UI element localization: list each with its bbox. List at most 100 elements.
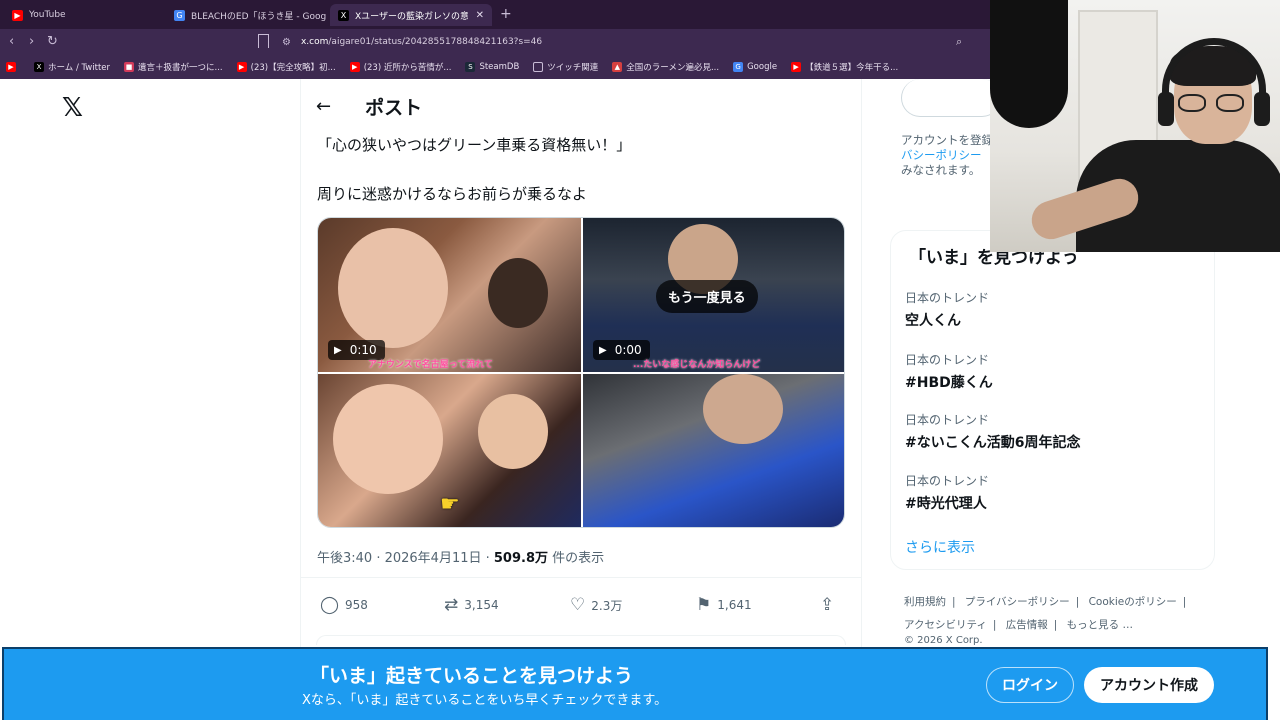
person-face xyxy=(333,384,443,494)
reply-icon: ◯ xyxy=(320,595,340,615)
youtube-icon: ▶ xyxy=(349,62,360,72)
trend-item[interactable]: 日本のトレンド #HBD藤くん xyxy=(905,351,993,392)
tab-title: Xユーザーの藍染ガレソの意報（兼滅 xyxy=(355,11,468,22)
url-field[interactable]: ⚙ x.com/aigare01/status/2042855178848421… xyxy=(282,33,982,51)
post-header: ← ポスト xyxy=(316,93,422,120)
bookmark-label: 【鉄道５選】今年干る... xyxy=(805,63,899,73)
trend-item[interactable]: 日本のトレンド 空人くん xyxy=(905,289,989,330)
media-grid: ▶ 0:10 アナウンスで名古屋って流れて もう一度見る ▶ 0:00 ...たいな… xyxy=(317,217,845,528)
tab-youtube[interactable]: ▶ YouTube xyxy=(4,4,164,26)
bookmark-item[interactable]: ■ 遺言＋扱書が一つに... xyxy=(124,61,223,73)
trend-item[interactable]: 日本のトレンド #ないこくん活動6周年記念 xyxy=(905,411,1080,452)
back-arrow-icon[interactable]: ← xyxy=(316,96,331,117)
headset-icon xyxy=(1162,38,1266,108)
bookmark-item[interactable]: ▶ (23) 近所から苦情が... xyxy=(349,61,451,73)
headset-earcup xyxy=(1158,92,1174,126)
hand-cursor-icon: ☛ xyxy=(440,492,460,517)
bookmark-item[interactable]: ツイッチ関連 xyxy=(533,61,598,73)
tweet-text-line: 「心の狭いやつはグリーン車乗る資格無い！」 xyxy=(317,136,632,154)
trends-panel: 「いま」を見つけよう 日本のトレンド 空人くん 日本のトレンド #HBD藤くん … xyxy=(890,230,1215,570)
bookmark-item[interactable]: S SteamDB xyxy=(465,62,519,72)
webcam-overlay xyxy=(990,0,1280,252)
reload-icon[interactable]: ↻ xyxy=(47,34,58,49)
close-tab-icon[interactable]: ✕ xyxy=(476,10,484,21)
bookmark-label: 遺言＋扱書が一つに... xyxy=(138,63,223,73)
bookmark-label: 全国のラーメン遍必見... xyxy=(626,63,720,73)
replay-button[interactable]: もう一度見る xyxy=(656,280,758,313)
bookmark-icon: ⚑ xyxy=(696,595,712,615)
trend-item[interactable]: 日本のトレンド #時光代理人 xyxy=(905,472,989,513)
trend-category: 日本のトレンド xyxy=(905,413,990,427)
bookmark-item[interactable]: ▲ 全国のラーメン遍必見... xyxy=(612,61,719,73)
bookmark-label: ツイッチ関連 xyxy=(547,63,599,73)
bookmark-item[interactable]: G Google xyxy=(733,62,777,72)
bookmark-label: SteamDB xyxy=(479,62,520,72)
note-text: みなされます。 xyxy=(901,163,981,177)
search-box[interactable] xyxy=(901,79,1001,117)
view-count: 509.8万 xyxy=(493,551,549,566)
image-thumbnail[interactable] xyxy=(583,374,844,527)
duration-text: 0:10 xyxy=(349,343,377,357)
trend-category: 日本のトレンド xyxy=(905,474,990,488)
url-path: /aigare01/status/2042855178848421163?s=4… xyxy=(328,37,543,47)
footer-link-accessibility[interactable]: アクセシビリティ xyxy=(904,619,987,631)
login-button[interactable]: ログイン xyxy=(986,667,1074,703)
reply-button[interactable]: ◯ 958 xyxy=(320,595,368,615)
bookmark-item[interactable]: ▶ xyxy=(6,62,20,72)
youtube-icon: ▶ xyxy=(236,62,247,72)
footer-link-terms[interactable]: 利用規約 xyxy=(904,596,946,608)
footer-link-ads[interactable]: 広告情報 xyxy=(1006,619,1048,631)
trend-category: 日本のトレンド xyxy=(905,353,990,367)
privacy-link[interactable]: バシーポリシー xyxy=(901,148,1001,163)
note-text: アカウントを登録 xyxy=(901,133,993,147)
site-info-icon[interactable]: ⚙ xyxy=(282,37,291,48)
steamdb-icon: S xyxy=(465,62,476,72)
headset-earcup xyxy=(1254,92,1270,126)
folder-icon xyxy=(533,62,544,72)
share-button[interactable]: ⇪ xyxy=(820,595,840,615)
footer-link-more[interactable]: もっと見る … xyxy=(1067,619,1133,631)
tab-title: YouTube xyxy=(29,10,66,20)
image-thumbnail[interactable]: ☛ xyxy=(318,374,581,527)
bookmark-label: Google xyxy=(747,62,778,72)
heart-icon: ♡ xyxy=(570,595,586,615)
play-icon: ▶ xyxy=(599,344,607,356)
bookmark-count: 1,641 xyxy=(717,598,752,612)
footer-link-cookie[interactable]: Cookieのポリシー xyxy=(1089,596,1177,608)
post-time[interactable]: 午後3:40 · 2026年4月11日 · xyxy=(317,551,494,566)
footer-link-privacy[interactable]: プライバシーポリシー xyxy=(965,596,1070,608)
banner-title: 「いま」起きていることを見つけよう xyxy=(310,665,634,687)
tab-x-post[interactable]: X Xユーザーの藍染ガレソの意報（兼滅 ✕ xyxy=(330,4,492,26)
duration-text: 0:00 xyxy=(614,343,642,357)
bookmark-item[interactable]: X ホーム / Twitter xyxy=(34,61,110,73)
lamp-shape xyxy=(990,0,1068,128)
person-face xyxy=(703,374,783,444)
google-icon: G xyxy=(733,62,744,72)
video-thumbnail[interactable]: もう一度見る ▶ 0:00 ...たいな感じなんか知らんけど xyxy=(583,218,844,372)
copyright: © 2026 X Corp. xyxy=(904,635,983,646)
create-account-button[interactable]: アカウント作成 xyxy=(1084,667,1214,703)
bookmark-item[interactable]: ▶ (23)【完全攻略】初... xyxy=(236,61,336,73)
video-thumbnail[interactable]: ▶ 0:10 アナウンスで名古屋って流れて xyxy=(318,218,581,372)
bookmark-item[interactable]: ▶ 【鉄道５選】今年干る... xyxy=(791,61,898,73)
repost-button[interactable]: ⇄ 3,154 xyxy=(444,595,499,615)
back-icon[interactable]: ‹ xyxy=(9,34,14,49)
child-face xyxy=(478,394,548,469)
youtube-icon: ▶ xyxy=(12,9,23,21)
show-more-link[interactable]: さらに表示 xyxy=(905,537,975,557)
tweet-text-line: 周りに迷惑かけるならお前らが乗るなよ xyxy=(317,185,588,203)
column-divider xyxy=(861,79,862,720)
banner-subtitle: Xなら、「いま」起きていることをいち早くチェックできます。 xyxy=(302,693,668,708)
youtube-icon: ▶ xyxy=(6,62,16,72)
youtube-icon: ▶ xyxy=(791,62,802,72)
like-button[interactable]: ♡ 2.3万 xyxy=(570,595,622,615)
new-tab-icon[interactable]: + xyxy=(500,6,512,22)
bookmark-icon[interactable] xyxy=(258,34,269,48)
bookmark-button[interactable]: ⚑ 1,641 xyxy=(696,595,752,615)
x-icon: X xyxy=(34,62,44,72)
trend-name: 空人くん xyxy=(905,313,961,329)
tab-google-search[interactable]: G BLEACHのED「ほうき星 - Google 検索 xyxy=(166,4,326,26)
forward-icon[interactable]: › xyxy=(29,34,34,49)
zoom-icon[interactable]: ⌕ xyxy=(956,35,962,49)
x-logo-icon[interactable]: 𝕏 xyxy=(62,93,83,123)
